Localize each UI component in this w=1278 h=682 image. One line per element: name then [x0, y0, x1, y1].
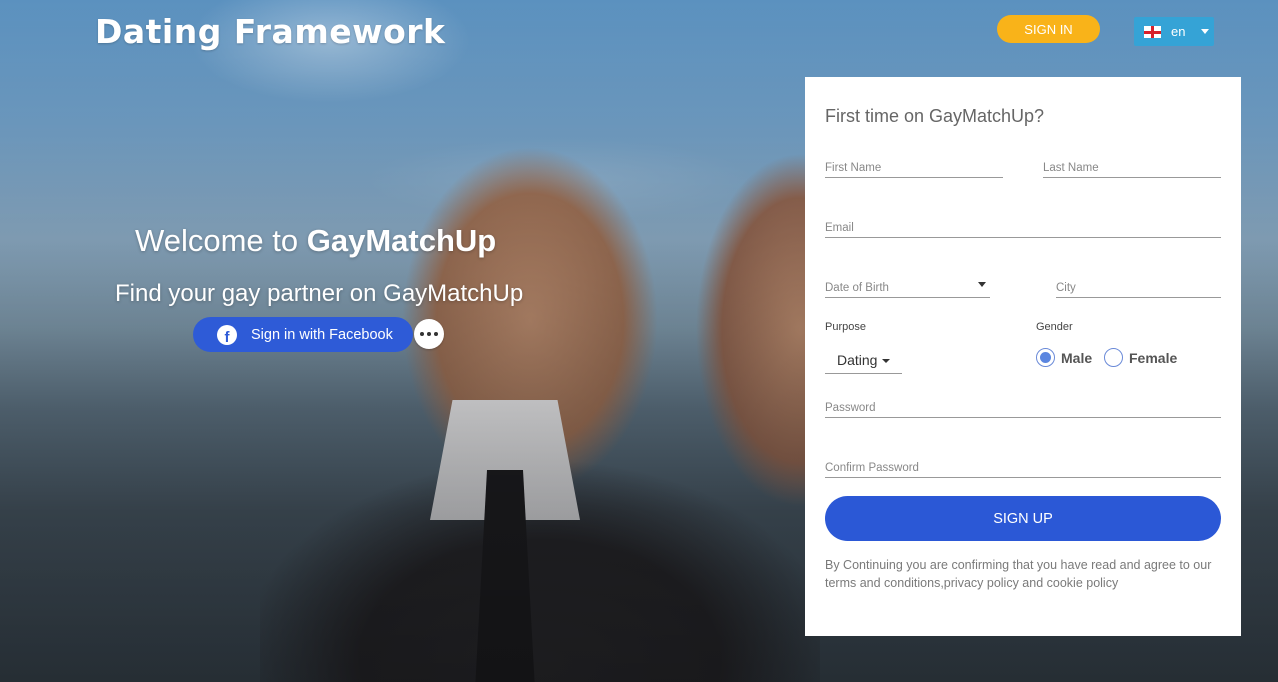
dob-input[interactable]: [825, 279, 990, 297]
dob-chevron-down-icon[interactable]: [978, 282, 986, 287]
city-input[interactable]: [1056, 279, 1221, 297]
first-name-field: [825, 158, 1003, 178]
gender-male-label: Male: [1061, 349, 1093, 366]
signup-card: First time on GayMatchUp? Purpose Dating…: [805, 77, 1241, 636]
terms-disclaimer: By Continuing you are confirming that yo…: [825, 558, 1212, 590]
password-input[interactable]: [825, 399, 1221, 417]
signup-title: First time on GayMatchUp?: [825, 106, 1045, 126]
password-field: [825, 398, 1221, 418]
language-selector[interactable]: en: [1134, 17, 1214, 46]
confirm-password-field: [825, 458, 1221, 478]
more-options-button[interactable]: [414, 319, 444, 349]
facebook-signin-button[interactable]: f Sign in with Facebook: [193, 317, 413, 352]
purpose-select[interactable]: Dating: [825, 346, 902, 374]
sign-up-button[interactable]: SIGN UP: [825, 496, 1221, 541]
welcome-heading: Welcome to GayMatchUp: [135, 223, 496, 259]
chevron-down-icon: [1201, 29, 1210, 34]
confirm-password-input[interactable]: [825, 459, 1221, 477]
more-dot-icon: [434, 332, 438, 336]
language-label: en: [1171, 24, 1186, 39]
more-dot-icon: [420, 332, 424, 336]
last-name-input[interactable]: [1043, 159, 1221, 177]
gender-option-female[interactable]: Female: [1104, 348, 1177, 367]
purpose-label: Purpose: [825, 321, 866, 333]
facebook-icon: f: [217, 324, 237, 345]
radio-male[interactable]: [1036, 348, 1055, 367]
gender-option-male[interactable]: Male: [1036, 348, 1092, 367]
last-name-field: [1043, 158, 1221, 178]
purpose-value: Dating: [837, 351, 878, 368]
email-field: [825, 218, 1221, 238]
gender-female-label: Female: [1129, 349, 1178, 366]
first-name-input[interactable]: [825, 159, 1003, 177]
site-logo[interactable]: Dating Framework: [95, 12, 445, 51]
england-flag-icon: [1144, 25, 1161, 38]
welcome-prefix: Welcome to: [135, 223, 299, 258]
more-dot-icon: [427, 332, 431, 336]
email-input[interactable]: [825, 219, 1221, 237]
dob-field: [825, 278, 990, 298]
radio-female[interactable]: [1104, 348, 1123, 367]
tagline: Find your gay partner on GayMatchUp: [115, 280, 524, 307]
chevron-down-icon: [882, 358, 891, 363]
welcome-brand: GayMatchUp: [306, 223, 497, 258]
sign-in-button[interactable]: SIGN IN: [997, 15, 1100, 43]
gender-label: Gender: [1036, 321, 1073, 333]
city-field: [1056, 278, 1221, 298]
facebook-signin-label: Sign in with Facebook: [251, 326, 393, 343]
